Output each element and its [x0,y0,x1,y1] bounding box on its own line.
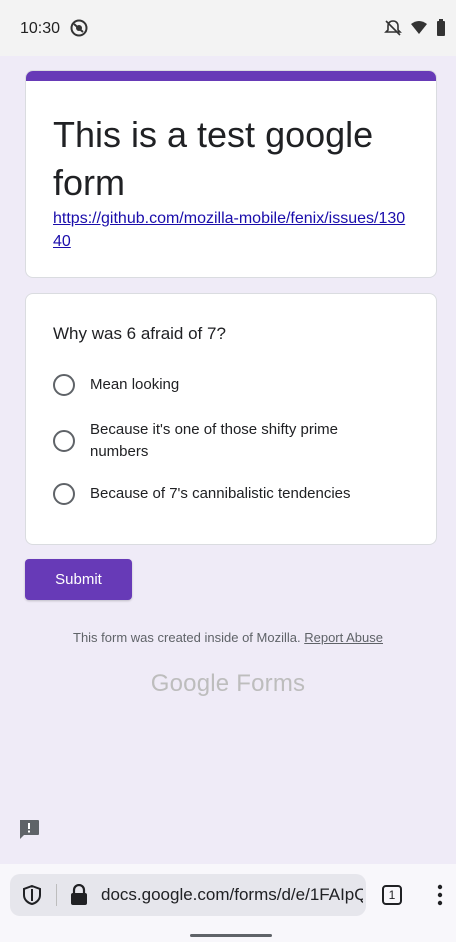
option-label: Because of 7's cannibalistic tendencies [90,485,351,502]
radio-button[interactable] [53,430,75,452]
feedback-icon[interactable] [17,818,41,842]
form-page: This is a test google form https://githu… [0,56,456,864]
question-title: Why was 6 afraid of 7? [53,324,226,343]
form-description-link[interactable]: https://github.com/mozilla-mobile/fenix/… [53,207,413,253]
status-icons [384,19,446,37]
brand-forms: Forms [236,670,306,697]
url-text[interactable]: docs.google.com/forms/d/e/1FAIpQ [101,885,363,905]
submit-button[interactable]: Submit [25,559,132,600]
wifi-icon [411,21,427,34]
option-label: Mean looking [90,376,180,393]
footer-text: This form was created inside of Mozilla. [73,630,301,645]
form-title: This is a test google form [53,114,374,203]
google-forms-logo: Google Forms [0,670,456,698]
option-label: Because it's one of those shifty prime n… [90,421,338,460]
url-divider [56,884,57,906]
header-accent-bar [26,71,436,81]
battery-icon [437,19,445,36]
dnd-circle-icon [70,19,88,37]
form-header-card: This is a test google form https://githu… [25,70,437,278]
radio-button[interactable] [53,483,75,505]
option-shifty-prime[interactable]: Because it's one of those shifty prime n… [53,419,413,463]
option-mean-looking[interactable]: Mean looking [53,374,413,396]
tabs-counter-button[interactable]: 1 [382,885,402,905]
option-cannibalistic[interactable]: Because of 7's cannibalistic tendencies [53,483,413,505]
status-bar: 10:30 [0,0,456,56]
brand-google: Google [150,670,230,697]
report-abuse-link[interactable]: Report Abuse [304,630,383,645]
radio-button[interactable] [53,374,75,396]
gesture-nav-handle[interactable] [190,934,272,937]
shield-icon[interactable] [22,885,42,905]
more-vert-icon[interactable] [432,882,448,908]
status-time: 10:30 [20,20,61,37]
lock-icon [71,884,87,905]
footer-note: This form was created inside of Mozilla.… [0,630,456,645]
browser-toolbar: docs.google.com/forms/d/e/1FAIpQ 1 [0,864,456,942]
notifications-off-icon [384,20,402,36]
question-card: Why was 6 afraid of 7? Mean looking Beca… [25,293,437,545]
url-bar[interactable]: docs.google.com/forms/d/e/1FAIpQ [10,874,366,916]
